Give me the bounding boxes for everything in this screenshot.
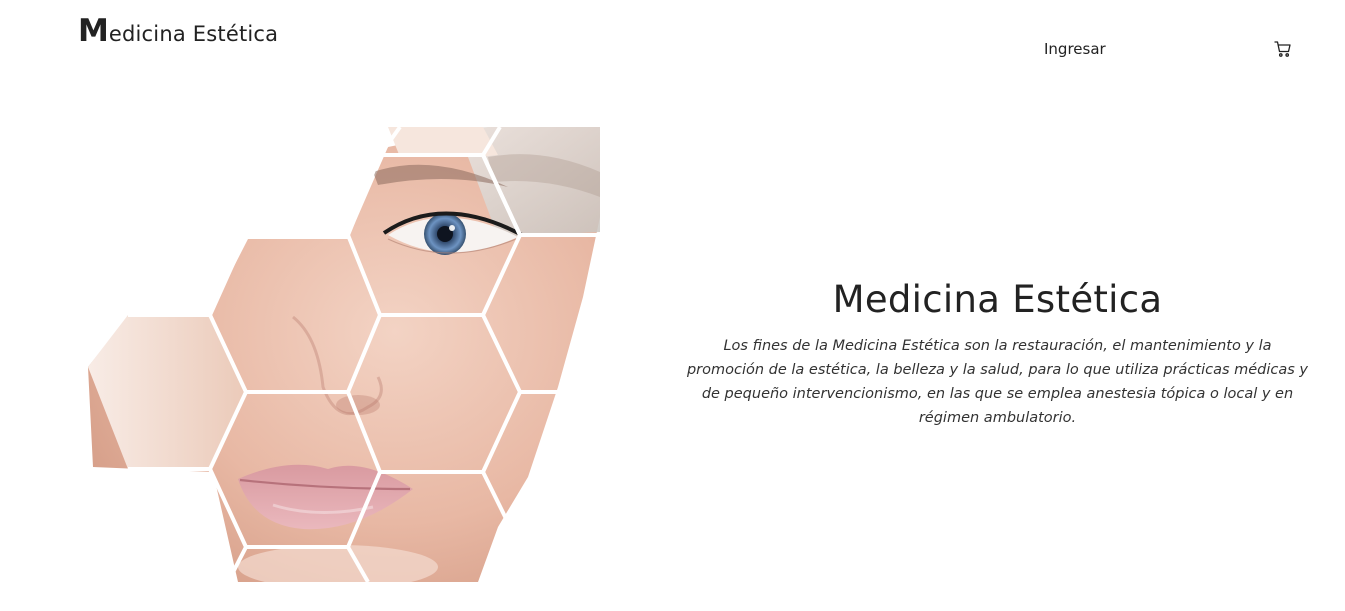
logo-initial: M	[78, 13, 109, 49]
hero-face-collage	[88, 125, 600, 589]
login-link[interactable]: Ingresar	[1044, 40, 1106, 58]
site-header: M edicina Estética Ingresar	[0, 0, 1345, 90]
site-logo[interactable]: M edicina Estética	[78, 16, 278, 47]
hero-text-block: Medicina Estética Los fines de la Medici…	[680, 278, 1315, 430]
shopping-cart-icon[interactable]	[1274, 40, 1292, 58]
hero-description: Los fines de la Medicina Estética son la…	[686, 338, 1309, 427]
hero-title: Medicina Estética	[832, 278, 1163, 321]
logo-text: edicina Estética	[108, 22, 279, 46]
